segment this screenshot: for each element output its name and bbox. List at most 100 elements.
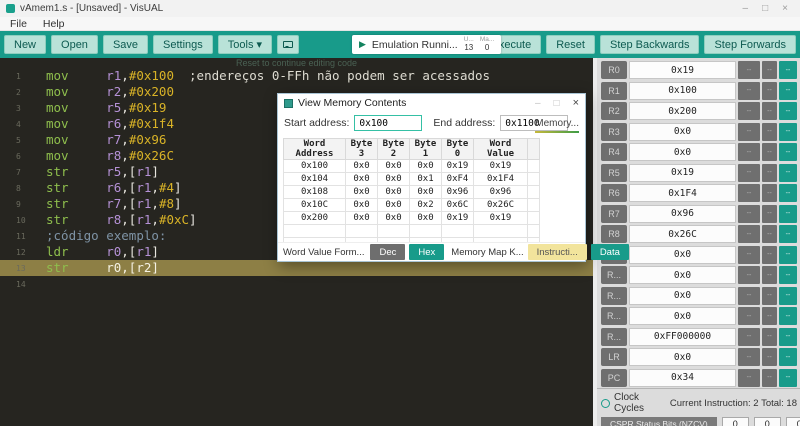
settings-button[interactable]: Settings	[153, 35, 213, 54]
register-format-button[interactable]: --	[738, 143, 760, 161]
register-format-button[interactable]: --	[762, 164, 777, 182]
memory-cell: 0x1F4	[474, 173, 528, 186]
menu-help[interactable]: Help	[43, 18, 65, 30]
code-line[interactable]: 1mov r1,#0x100 ;endereços 0-FFh não pode…	[0, 68, 593, 84]
play-icon: ▶	[359, 39, 366, 50]
comment-button[interactable]	[277, 35, 299, 54]
memory-column-header: Byte 2	[378, 139, 410, 160]
memory-cell: 0x96	[474, 186, 528, 199]
register-value: 0x0	[629, 307, 736, 325]
cspr-status-label: CSPR Status Bits (NZCV)	[601, 417, 717, 426]
register-format-button[interactable]: --	[779, 102, 797, 120]
register-format-button[interactable]: --	[779, 164, 797, 182]
memory-cell: 0x0	[346, 199, 378, 212]
register-format-button[interactable]: --	[779, 328, 797, 346]
data-button[interactable]: Data	[591, 244, 629, 260]
dialog-maximize-icon[interactable]: □	[554, 98, 560, 109]
reset-button[interactable]: Reset	[546, 35, 595, 54]
register-format-button[interactable]: --	[738, 61, 760, 79]
emulation-running-button[interactable]: ▶ Emulation Runni... U... 13 Ma... 0	[352, 35, 501, 54]
instructions-button[interactable]: Instructi...	[528, 244, 587, 260]
register-value: 0x96	[629, 205, 736, 223]
register-format-button[interactable]: --	[762, 82, 777, 100]
line-number: 4	[0, 116, 46, 132]
minimize-icon[interactable]: –	[743, 3, 749, 14]
register-format-button[interactable]: --	[779, 123, 797, 141]
register-format-button[interactable]: --	[779, 61, 797, 79]
register-format-button[interactable]: --	[762, 246, 777, 264]
step-backwards-button[interactable]: Step Backwards	[600, 35, 699, 54]
register-format-button[interactable]: --	[738, 266, 760, 284]
open-button[interactable]: Open	[51, 35, 98, 54]
register-format-button[interactable]: --	[779, 348, 797, 366]
register-format-button[interactable]: --	[762, 266, 777, 284]
register-format-button[interactable]: --	[738, 82, 760, 100]
menu-file[interactable]: File	[10, 18, 27, 30]
register-format-button[interactable]: --	[738, 246, 760, 264]
total-value: 18	[786, 398, 797, 409]
register-format-button[interactable]: --	[762, 328, 777, 346]
register-format-button[interactable]: --	[738, 328, 760, 346]
register-row: R50x19------	[601, 164, 797, 182]
register-format-button[interactable]: --	[779, 307, 797, 325]
register-format-button[interactable]: --	[762, 348, 777, 366]
new-button[interactable]: New	[4, 35, 46, 54]
chevron-down-icon: ▾	[257, 39, 263, 51]
code-text: mov r5,#0x19	[46, 100, 166, 116]
code-line[interactable]: 14	[0, 276, 593, 292]
register-value: 0x26C	[629, 225, 736, 243]
register-format-button[interactable]: --	[779, 287, 797, 305]
register-format-button[interactable]: --	[762, 287, 777, 305]
register-format-button[interactable]: --	[762, 184, 777, 202]
dialog-titlebar[interactable]: View Memory Contents – □ ×	[278, 94, 585, 112]
code-text: mov r7,#0x96	[46, 132, 166, 148]
code-line[interactable]: 13str r0,[r2]	[0, 260, 593, 276]
register-format-button[interactable]: --	[738, 184, 760, 202]
tools-dropdown[interactable]: Tools ▾	[218, 35, 272, 54]
register-format-button[interactable]: --	[762, 369, 777, 387]
dialog-close-icon[interactable]: ×	[573, 97, 579, 109]
register-format-button[interactable]: --	[762, 205, 777, 223]
register-format-button[interactable]: --	[779, 184, 797, 202]
tab-memory[interactable]: Memory...	[535, 118, 579, 133]
memory-cell: 0x6C	[442, 199, 474, 212]
maximize-icon[interactable]: □	[762, 3, 768, 14]
dialog-minimize-icon[interactable]: –	[535, 98, 541, 109]
register-format-button[interactable]: --	[762, 102, 777, 120]
register-format-button[interactable]: --	[738, 225, 760, 243]
status-panel: Clock Cycles Current Instruction: 2 Tota…	[597, 388, 800, 426]
register-format-button[interactable]: --	[779, 246, 797, 264]
register-format-button[interactable]: --	[779, 205, 797, 223]
start-address-input[interactable]	[354, 115, 422, 131]
register-name: R6	[601, 184, 627, 202]
register-format-button[interactable]: --	[779, 82, 797, 100]
register-value: 0x1F4	[629, 184, 736, 202]
step-forwards-button[interactable]: Step Forwards	[704, 35, 796, 54]
view-memory-dialog: View Memory Contents – □ × Start address…	[277, 93, 586, 262]
save-button[interactable]: Save	[103, 35, 148, 54]
register-format-button[interactable]: --	[738, 123, 760, 141]
register-format-button[interactable]: --	[762, 143, 777, 161]
memory-cell	[528, 199, 540, 212]
cspr-bits: 0000	[717, 417, 800, 426]
register-format-button[interactable]: --	[779, 369, 797, 387]
register-format-button[interactable]: --	[762, 307, 777, 325]
dec-button[interactable]: Dec	[370, 244, 405, 260]
register-format-button[interactable]: --	[762, 123, 777, 141]
register-format-button[interactable]: --	[779, 143, 797, 161]
register-format-button[interactable]: --	[762, 61, 777, 79]
register-format-button[interactable]: --	[738, 307, 760, 325]
register-format-button[interactable]: --	[738, 287, 760, 305]
register-format-button[interactable]: --	[779, 266, 797, 284]
register-format-button[interactable]: --	[738, 102, 760, 120]
register-format-button[interactable]: --	[738, 348, 760, 366]
register-format-button[interactable]: --	[779, 225, 797, 243]
line-number: 8	[0, 180, 46, 196]
close-icon[interactable]: ×	[782, 3, 788, 14]
register-format-button[interactable]: --	[738, 205, 760, 223]
register-format-button[interactable]: --	[738, 369, 760, 387]
register-format-button[interactable]: --	[738, 164, 760, 182]
register-row: LR0x0------	[601, 348, 797, 366]
register-format-button[interactable]: --	[762, 225, 777, 243]
hex-button[interactable]: Hex	[409, 244, 444, 260]
